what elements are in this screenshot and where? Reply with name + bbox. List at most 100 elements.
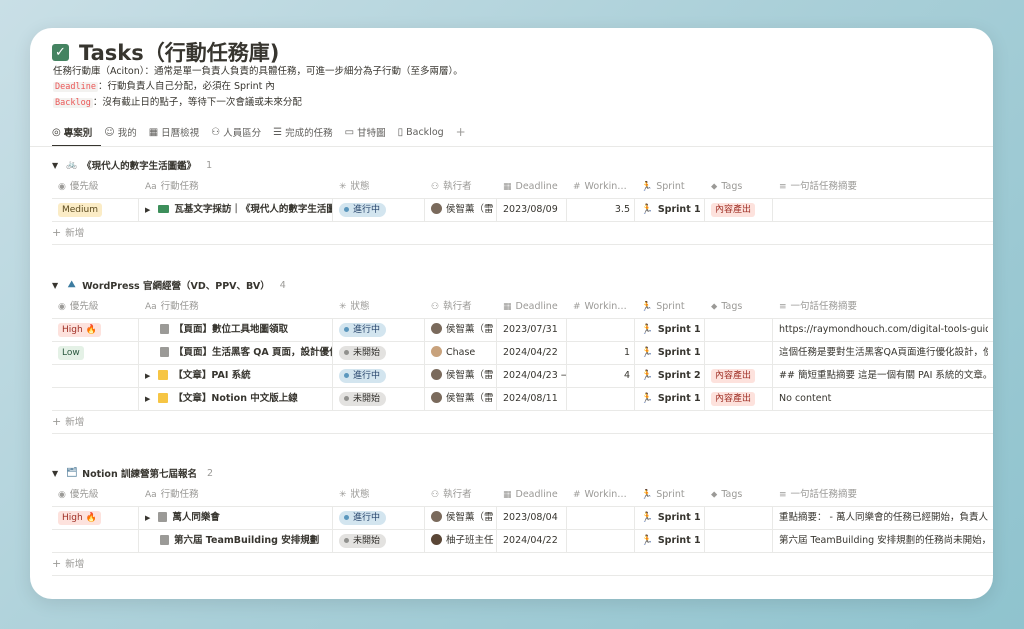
assignee-cell[interactable]: Chase xyxy=(425,342,497,364)
task-cell[interactable]: 第六屆 TeamBuilding 安排規劃 xyxy=(139,530,333,552)
col-assignee[interactable]: ⚇ 執行者 xyxy=(425,484,497,506)
tab-calendar[interactable]: ▦ 日曆檢視 xyxy=(149,123,199,141)
summary-cell[interactable]: ## 簡短重點摘要 這是一個有關 PAI 系統的文章。 xyxy=(773,365,988,387)
priority-cell[interactable] xyxy=(52,530,139,552)
priority-cell[interactable] xyxy=(52,388,139,410)
deadline-cell[interactable]: 2024/04/22 xyxy=(497,530,567,552)
col-working[interactable]: # Workin… xyxy=(567,296,635,318)
col-status[interactable]: ✳ 狀態 xyxy=(333,176,425,198)
sprint-cell[interactable]: 🏃 Sprint 1 xyxy=(635,530,705,552)
task-title[interactable]: 萬人同樂會 xyxy=(172,512,220,523)
col-sprint[interactable]: 🏃 Sprint xyxy=(635,484,705,506)
task-title[interactable]: 【文章】PAI 系統 xyxy=(173,370,250,381)
add-row-button[interactable]: + 新增 xyxy=(52,222,993,245)
priority-cell[interactable]: Low xyxy=(52,342,139,364)
table-row[interactable]: ▶ 【文章】Notion 中文版上線 未開始 侯智薰（雷 2024/08/11 🏃 Spri… xyxy=(52,388,993,411)
tag-badge[interactable]: 內容產出 xyxy=(711,203,756,217)
col-sprint[interactable]: 🏃 Sprint xyxy=(635,176,705,198)
tab-backlog[interactable]: ▯ Backlog xyxy=(398,123,444,141)
task-cell[interactable]: 【頁面】生活黑客 QA 頁面，設計優化 xyxy=(139,342,333,364)
priority-badge[interactable]: Medium xyxy=(58,203,102,217)
col-task[interactable]: Aa 行動任務 xyxy=(139,296,333,318)
tags-cell[interactable]: 內容產出 xyxy=(705,388,773,410)
table-row[interactable]: High 🔥 ▶ 萬人同樂會 進行中 侯智薰（雷 2023/08/04 🏃 Sprint 1 重… xyxy=(52,507,993,530)
table-row[interactable]: Low 【頁面】生活黑客 QA 頁面，設計優化 未開始 Chase 2024/04/22… xyxy=(52,342,993,365)
status-badge[interactable]: 進行中 xyxy=(339,202,387,217)
summary-cell[interactable]: 重點摘要： - 萬人同樂會的任務已經開始，負責人 xyxy=(773,507,988,529)
task-title[interactable]: 【頁面】數位工具地圖領取 xyxy=(174,324,288,335)
task-cell[interactable]: ▶ 【文章】Notion 中文版上線 xyxy=(139,388,333,410)
working-cell[interactable] xyxy=(567,319,635,341)
col-deadline[interactable]: ▦ Deadline xyxy=(497,484,567,506)
table-row[interactable]: ▶ 【文章】PAI 系統 進行中 侯智薰（雷 2024/04/23 → 4 🏃 Sprint … xyxy=(52,365,993,388)
status-badge[interactable]: 進行中 xyxy=(339,368,387,383)
status-badge[interactable]: 進行中 xyxy=(339,510,387,525)
priority-badge[interactable]: High 🔥 xyxy=(58,511,101,525)
toggle-right-icon[interactable]: ▶ xyxy=(145,514,150,522)
toggle-down-icon[interactable]: ▼ xyxy=(52,469,58,478)
tab-gantt[interactable]: ▭ 甘特圖 xyxy=(345,123,386,141)
add-row-button[interactable]: + 新增 xyxy=(52,411,993,434)
col-summary[interactable]: ≡ 一句話任務摘要 xyxy=(773,484,988,506)
status-cell[interactable]: 進行中 xyxy=(333,319,425,341)
toggle-right-icon[interactable]: ▶ xyxy=(145,395,150,403)
status-badge[interactable]: 未開始 xyxy=(339,533,387,548)
group-header[interactable]: ▼ 🗂 Notion 訓練營第七屆報名 2 xyxy=(52,462,993,484)
table-row[interactable]: 第六屆 TeamBuilding 安排規劃 未開始 柚子班主任 2024/04/22 🏃… xyxy=(52,530,993,553)
col-status[interactable]: ✳ 狀態 xyxy=(333,296,425,318)
task-title[interactable]: 第六屆 TeamBuilding 安排規劃 xyxy=(174,535,319,546)
col-summary[interactable]: ≡ 一句話任務摘要 xyxy=(773,176,988,198)
summary-cell[interactable]: https://raymondhouch.com/digital-tools-g… xyxy=(773,319,988,341)
working-cell[interactable]: 4 xyxy=(567,365,635,387)
working-cell[interactable] xyxy=(567,388,635,410)
col-priority[interactable]: ◉ 優先級 xyxy=(52,176,139,198)
col-task[interactable]: Aa 行動任務 xyxy=(139,176,333,198)
col-status[interactable]: ✳ 狀態 xyxy=(333,484,425,506)
col-assignee[interactable]: ⚇ 執行者 xyxy=(425,176,497,198)
status-badge[interactable]: 進行中 xyxy=(339,322,387,337)
tags-cell[interactable] xyxy=(705,530,773,552)
tags-cell[interactable] xyxy=(705,507,773,529)
assignee-cell[interactable]: 柚子班主任 xyxy=(425,530,497,552)
toggle-right-icon[interactable]: ▶ xyxy=(145,206,150,214)
working-cell[interactable] xyxy=(567,530,635,552)
tags-cell[interactable] xyxy=(705,319,773,341)
summary-cell[interactable]: No content xyxy=(773,388,988,410)
tags-cell[interactable]: 內容產出 xyxy=(705,365,773,387)
assignee-cell[interactable]: 侯智薰（雷 xyxy=(425,365,497,387)
task-cell[interactable]: 【頁面】數位工具地圖領取 xyxy=(139,319,333,341)
working-cell[interactable] xyxy=(567,507,635,529)
summary-cell[interactable] xyxy=(773,199,988,221)
priority-cell[interactable]: Medium xyxy=(52,199,139,221)
status-cell[interactable]: 進行中 xyxy=(333,199,425,221)
tab-completed[interactable]: ☰ 完成的任務 xyxy=(273,123,332,141)
col-tags[interactable]: ⬥ Tags xyxy=(705,296,773,318)
summary-cell[interactable]: 這個任務是要對生活黑客QA頁面進行優化設計，使 xyxy=(773,342,988,364)
task-title[interactable]: 瓦基文字採訪｜《現代人的數字生活圖 xyxy=(174,204,332,215)
status-cell[interactable]: 未開始 xyxy=(333,388,425,410)
col-priority[interactable]: ◉ 優先級 xyxy=(52,484,139,506)
tab-mine[interactable]: ☺ 我的 xyxy=(104,123,136,141)
priority-cell[interactable]: High 🔥 xyxy=(52,507,139,529)
toggle-down-icon[interactable]: ▼ xyxy=(52,281,58,290)
assignee-cell[interactable]: 侯智薰（雷 xyxy=(425,388,497,410)
col-working[interactable]: # Workin… xyxy=(567,484,635,506)
assignee-cell[interactable]: 侯智薰（雷 xyxy=(425,199,497,221)
col-summary[interactable]: ≡ 一句話任務摘要 xyxy=(773,296,988,318)
deadline-cell[interactable]: 2024/04/22 xyxy=(497,342,567,364)
status-cell[interactable]: 進行中 xyxy=(333,507,425,529)
col-priority[interactable]: ◉ 優先級 xyxy=(52,296,139,318)
task-cell[interactable]: ▶ 【文章】PAI 系統 xyxy=(139,365,333,387)
priority-badge[interactable]: Low xyxy=(58,346,84,360)
toggle-right-icon[interactable]: ▶ xyxy=(145,372,150,380)
status-cell[interactable]: 未開始 xyxy=(333,530,425,552)
tag-badge[interactable]: 內容產出 xyxy=(711,392,756,406)
tags-cell[interactable]: 內容產出 xyxy=(705,199,773,221)
tab-by-project[interactable]: ◎ 專案別 xyxy=(52,123,92,141)
col-deadline[interactable]: ▦ Deadline xyxy=(497,296,567,318)
task-cell[interactable]: ▶ 瓦基文字採訪｜《現代人的數字生活圖 xyxy=(139,199,333,221)
deadline-cell[interactable]: 2024/08/11 xyxy=(497,388,567,410)
col-tags[interactable]: ⬥ Tags xyxy=(705,484,773,506)
col-sprint[interactable]: 🏃 Sprint xyxy=(635,296,705,318)
status-cell[interactable]: 進行中 xyxy=(333,365,425,387)
